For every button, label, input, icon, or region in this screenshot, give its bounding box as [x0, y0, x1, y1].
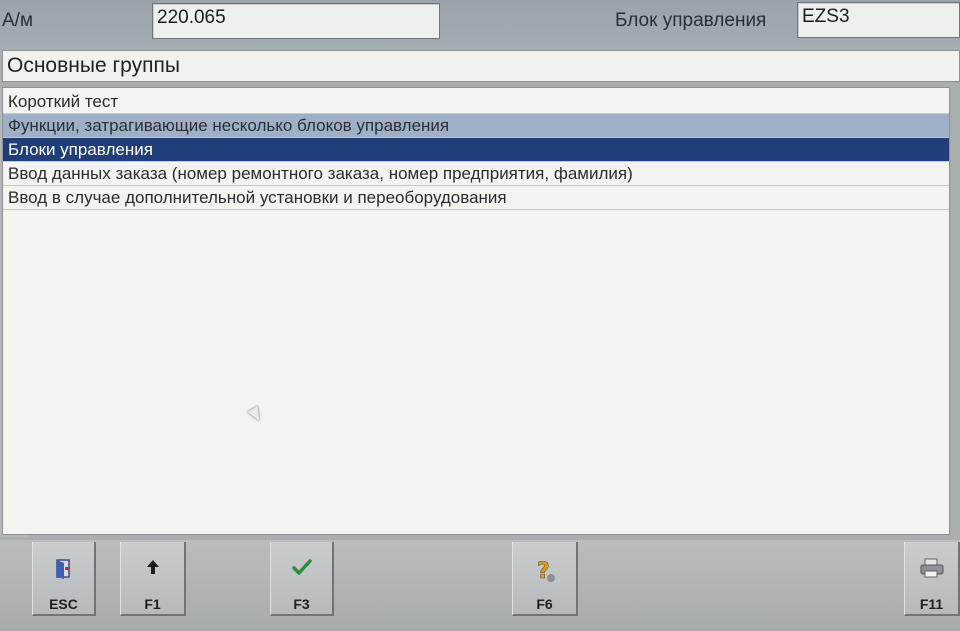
list-item-multi-unit-functions[interactable]: Функции, затрагивающие несколько блоков …: [3, 114, 949, 138]
esc-button[interactable]: ESC: [32, 542, 96, 616]
help-question-icon: ?: [513, 558, 576, 590]
function-key-bar: ESC F1 F3 ? F6 F11: [0, 540, 960, 631]
list-item-control-units[interactable]: Блоки управления: [3, 138, 949, 162]
menu-list: Короткий тест Функции, затрагивающие нес…: [2, 87, 950, 535]
f11-button[interactable]: F11: [904, 542, 960, 616]
group-title: Основные группы: [2, 50, 960, 82]
vehicle-label: А/м: [2, 10, 34, 31]
checkmark-icon: [271, 558, 332, 582]
up-arrow-icon: [121, 558, 184, 582]
list-item-short-test[interactable]: Короткий тест: [3, 90, 949, 114]
exit-door-icon: [33, 558, 94, 586]
f6-key-label: F6: [536, 596, 553, 612]
f6-button[interactable]: ? F6: [512, 542, 578, 616]
control-unit-field[interactable]: EZS3: [797, 2, 960, 38]
f1-key-label: F1: [144, 596, 161, 612]
vehicle-field[interactable]: 220.065: [152, 3, 440, 39]
f3-key-label: F3: [293, 596, 310, 612]
f3-button[interactable]: F3: [270, 542, 334, 616]
f11-key-label: F11: [919, 596, 944, 612]
printer-icon: [905, 558, 958, 584]
f1-button[interactable]: F1: [120, 542, 186, 616]
esc-key-label: ESC: [49, 596, 78, 612]
list-item-order-data[interactable]: Ввод данных заказа (номер ремонтного зак…: [3, 162, 949, 186]
control-unit-label: Блок управления: [615, 10, 767, 31]
list-item-retrofit[interactable]: Ввод в случае дополнительной установки и…: [3, 186, 949, 210]
